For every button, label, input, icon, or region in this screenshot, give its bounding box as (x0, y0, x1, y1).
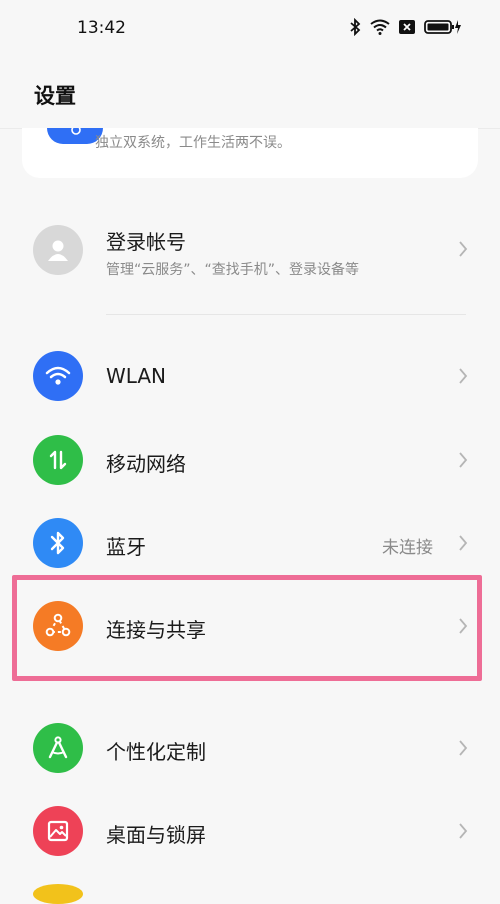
wlan-label: WLAN (106, 364, 167, 388)
wallpaper-icon (33, 806, 83, 856)
desktop-lockscreen-label: 桌面与锁屏 (106, 823, 206, 847)
setting-item-wlan[interactable]: WLAN (0, 336, 500, 416)
mobile-network-label: 移动网络 (106, 452, 186, 476)
chevron-right-icon (459, 241, 468, 257)
battery-charging-icon (424, 20, 461, 34)
avatar-icon (33, 225, 83, 275)
setting-item-mobile-network[interactable]: 移动网络 (0, 420, 500, 500)
mobile-data-icon (33, 435, 83, 485)
personalize-icon (33, 723, 83, 773)
bluetooth-icon (33, 518, 83, 568)
account-title: 登录帐号 (106, 230, 186, 254)
dual-system-description: 独立双系统，工作生活两不误。 (95, 135, 291, 151)
chevron-right-icon (459, 823, 468, 839)
bluetooth-status-value: 未连接 (382, 538, 433, 558)
wifi-status-icon (370, 19, 390, 35)
account-login-row[interactable]: 登录帐号 管理“云服务”、“查找手机”、登录设备等 (0, 210, 500, 290)
status-bar: 13:42 (0, 0, 500, 58)
status-icons (349, 18, 462, 36)
next-item-icon-peek (33, 884, 83, 904)
setting-item-personalization[interactable]: 个性化定制 (0, 708, 500, 788)
divider (106, 314, 466, 315)
bluetooth-label: 蓝牙 (106, 535, 146, 559)
status-time: 13:42 (77, 18, 126, 38)
wifi-icon (33, 351, 83, 401)
no-sim-icon (399, 20, 415, 34)
chevron-right-icon (459, 740, 468, 756)
highlight-annotation (12, 575, 482, 681)
bluetooth-status-icon (350, 18, 361, 36)
chevron-right-icon (459, 535, 468, 551)
setting-item-bluetooth[interactable]: 蓝牙 未连接 (0, 503, 500, 583)
chevron-right-icon (459, 452, 468, 468)
account-subtitle: 管理“云服务”、“查找手机”、登录设备等 (106, 262, 360, 278)
chevron-right-icon (459, 368, 468, 384)
personalization-label: 个性化定制 (106, 740, 206, 764)
page-title: 设置 (34, 84, 76, 108)
setting-item-desktop-lockscreen[interactable]: 桌面与锁屏 (0, 791, 500, 871)
dual-system-card[interactable]: 独立双系统，工作生活两不误。 (22, 128, 478, 178)
